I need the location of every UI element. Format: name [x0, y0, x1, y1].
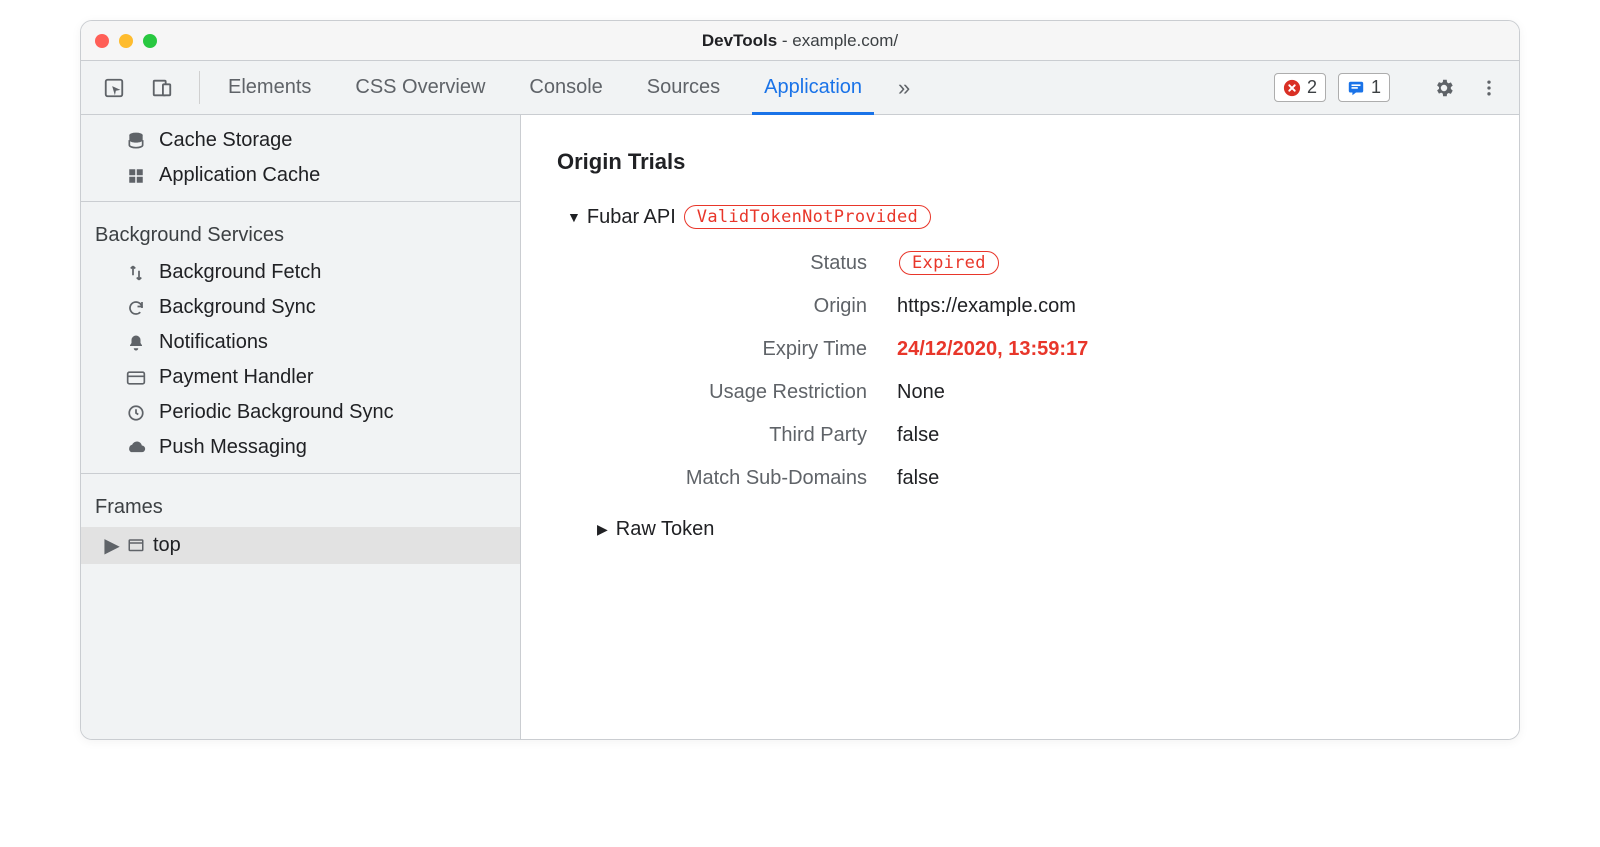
sidebar-group-background: Background Services Background Fetch Bac… [81, 202, 520, 474]
more-vertical-icon [1479, 78, 1499, 98]
label-match-subdomains: Match Sub-Domains [607, 467, 867, 490]
expand-triangle-icon[interactable]: ▶ [105, 533, 119, 558]
value-third-party: false [897, 424, 1483, 447]
sidebar-item-push-messaging[interactable]: Push Messaging [81, 430, 520, 465]
title-app: DevTools [702, 31, 777, 50]
sidebar-item-label: Cache Storage [159, 129, 292, 152]
errors-badge[interactable]: 2 [1274, 73, 1326, 102]
expand-triangle-icon: ▶ [597, 521, 608, 538]
sidebar-item-label: Application Cache [159, 164, 320, 187]
raw-token-row[interactable]: ▶ Raw Token [597, 518, 1483, 541]
traffic-lights [95, 34, 157, 48]
credit-card-icon [125, 370, 147, 386]
tab-sources[interactable]: Sources [625, 61, 742, 114]
origin-trial: ▼ Fubar API ValidTokenNotProvided Status… [567, 205, 1483, 541]
tab-console[interactable]: Console [507, 61, 624, 114]
sidebar-item-payment-handler[interactable]: Payment Handler [81, 360, 520, 395]
status-pill: Expired [899, 251, 999, 275]
label-expiry: Expiry Time [607, 338, 867, 361]
database-icon [125, 131, 147, 151]
window-minimize-button[interactable] [119, 34, 133, 48]
tab-elements[interactable]: Elements [206, 61, 333, 114]
value-match-subdomains: false [897, 467, 1483, 490]
sidebar-item-cache-storage[interactable]: Cache Storage [81, 123, 520, 158]
raw-token-label: Raw Token [616, 518, 715, 541]
issue-icon [1347, 79, 1365, 97]
panel-body: Cache Storage Application Cache Backgrou… [81, 115, 1519, 739]
sidebar-group-frames: Frames ▶ top [81, 474, 520, 572]
value-expiry: 24/12/2020, 13:59:17 [897, 338, 1483, 361]
grid-icon [125, 167, 147, 185]
fetch-icon [125, 264, 147, 282]
sidebar-item-label: Periodic Background Sync [159, 401, 394, 424]
label-origin: Origin [607, 295, 867, 318]
clock-icon [125, 404, 147, 422]
trial-badge: ValidTokenNotProvided [684, 205, 931, 229]
trial-details: Status Expired Origin https://example.co… [607, 251, 1483, 490]
window-title: DevTools - example.com/ [81, 31, 1519, 51]
sidebar-item-label: Background Fetch [159, 261, 321, 284]
devtools-toolbar: Elements CSS Overview Console Sources Ap… [81, 61, 1519, 115]
sidebar-item-label: Background Sync [159, 296, 316, 319]
sidebar-item-background-fetch[interactable]: Background Fetch [81, 255, 520, 290]
inspect-element-icon[interactable] [97, 71, 131, 105]
application-sidebar: Cache Storage Application Cache Backgrou… [81, 115, 521, 739]
frames-top-item[interactable]: ▶ top [81, 527, 520, 564]
value-status: Expired [897, 251, 1483, 275]
sidebar-item-notifications[interactable]: Notifications [81, 325, 520, 360]
cloud-icon [125, 440, 147, 456]
settings-button[interactable] [1427, 71, 1461, 105]
sidebar-header-background: Background Services [81, 210, 520, 255]
tab-css-overview[interactable]: CSS Overview [333, 61, 507, 114]
sidebar-item-background-sync[interactable]: Background Sync [81, 290, 520, 325]
issues-count: 1 [1371, 77, 1381, 98]
label-third-party: Third Party [607, 424, 867, 447]
separator [199, 71, 200, 104]
window-close-button[interactable] [95, 34, 109, 48]
main-panel: Origin Trials ▼ Fubar API ValidTokenNotP… [521, 115, 1519, 739]
bell-icon [125, 334, 147, 352]
device-toolbar-icon[interactable] [145, 71, 179, 105]
sidebar-item-label: Push Messaging [159, 436, 307, 459]
trial-name: Fubar API [587, 206, 676, 229]
sidebar-header-frames: Frames [81, 482, 520, 527]
window-zoom-button[interactable] [143, 34, 157, 48]
titlebar: DevTools - example.com/ [81, 21, 1519, 61]
more-tabs-button[interactable]: » [884, 61, 924, 114]
frames-top-label: top [153, 534, 181, 557]
sidebar-group-cache: Cache Storage Application Cache [81, 115, 520, 202]
sidebar-item-label: Payment Handler [159, 366, 314, 389]
label-status: Status [607, 252, 867, 275]
errors-count: 2 [1307, 77, 1317, 98]
issues-badge[interactable]: 1 [1338, 73, 1390, 102]
sidebar-item-periodic-sync[interactable]: Periodic Background Sync [81, 395, 520, 430]
sync-icon [125, 299, 147, 317]
page-title: Origin Trials [557, 149, 1483, 175]
label-usage: Usage Restriction [607, 381, 867, 404]
tab-application[interactable]: Application [742, 61, 884, 114]
frame-icon [127, 537, 145, 555]
value-origin: https://example.com [897, 295, 1483, 318]
gear-icon [1433, 77, 1455, 99]
devtools-window: DevTools - example.com/ Elements CSS Ove… [80, 20, 1520, 740]
sidebar-item-label: Notifications [159, 331, 268, 354]
trial-header[interactable]: ▼ Fubar API ValidTokenNotProvided [567, 205, 1483, 229]
chevron-double-right-icon: » [898, 75, 910, 101]
value-usage: None [897, 381, 1483, 404]
sidebar-item-application-cache[interactable]: Application Cache [81, 158, 520, 193]
kebab-menu-button[interactable] [1473, 72, 1505, 104]
title-page: example.com/ [792, 31, 898, 50]
error-icon [1283, 79, 1301, 97]
collapse-triangle-icon: ▼ [567, 209, 581, 225]
panel-tabs: Elements CSS Overview Console Sources Ap… [206, 61, 884, 114]
